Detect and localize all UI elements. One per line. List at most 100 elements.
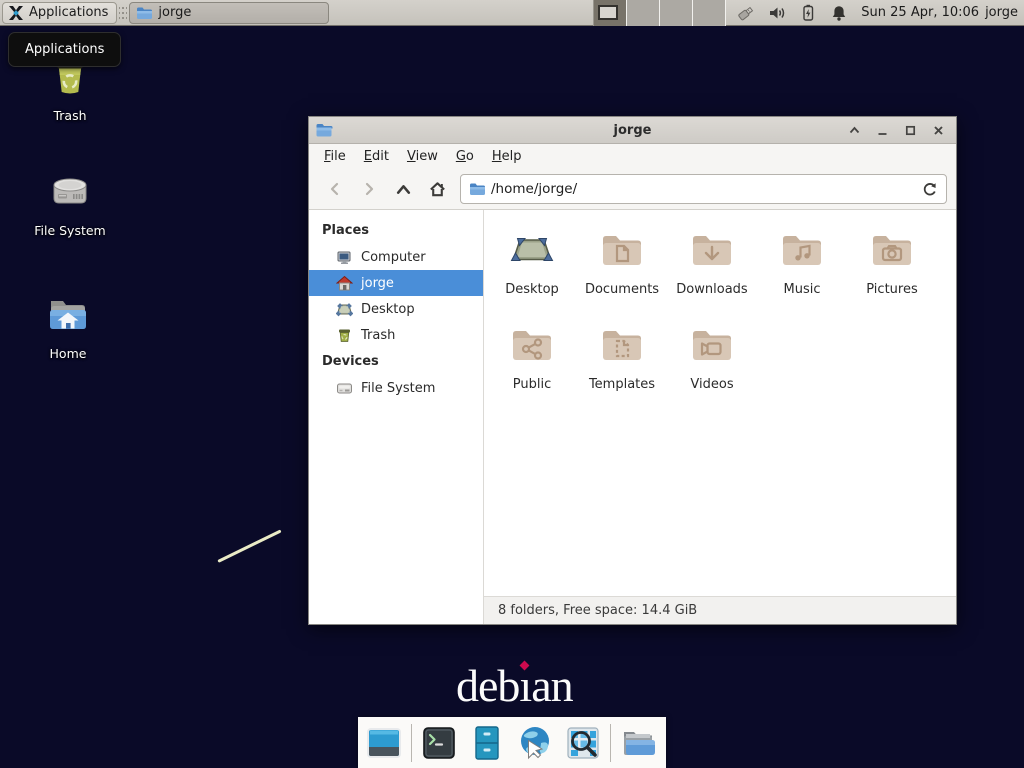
file-label: Desktop — [505, 282, 559, 297]
workspace-4[interactable] — [693, 0, 726, 26]
home-button[interactable] — [420, 174, 454, 204]
public-folder-icon — [508, 322, 556, 370]
window-controls — [848, 124, 956, 137]
menu-help[interactable]: Help — [483, 146, 531, 167]
file-cabinet-icon — [467, 723, 507, 763]
removable-media-icon[interactable] — [736, 3, 756, 23]
menu-view[interactable]: View — [398, 146, 447, 167]
bottom-dock — [358, 717, 666, 768]
notifications-bell-icon[interactable] — [829, 3, 849, 23]
sidebar-item-computer[interactable]: Computer — [309, 244, 483, 270]
desktop-icon-label: Home — [50, 346, 87, 361]
workspace-3[interactable] — [660, 0, 693, 26]
sidebar-item-label: jorge — [361, 276, 394, 291]
toolbar — [309, 169, 956, 210]
volume-icon[interactable] — [767, 3, 787, 23]
home-folder-icon — [44, 291, 92, 339]
pictures-folder-icon — [868, 227, 916, 275]
sidebar-item-jorge[interactable]: jorge — [309, 270, 483, 296]
sidebar-item-trash[interactable]: Trash — [309, 322, 483, 348]
file-item-music[interactable]: Music — [757, 227, 847, 322]
workspace-1[interactable] — [594, 0, 627, 26]
status-text: 8 folders, Free space: 14.4 GiB — [498, 603, 697, 618]
file-list: Desktop Documents — [484, 210, 956, 596]
directory-menu-launcher[interactable] — [617, 722, 659, 764]
file-label: Public — [513, 377, 551, 392]
taskbar-window-label: jorge — [158, 5, 191, 20]
trash-icon — [336, 327, 353, 344]
statusbar: 8 folders, Free space: 14.4 GiB — [484, 596, 956, 624]
file-item-desktop[interactable]: Desktop — [487, 227, 577, 322]
sidebar-item-label: File System — [361, 381, 435, 396]
path-input[interactable] — [491, 181, 915, 197]
videos-folder-icon — [688, 322, 736, 370]
brand-text: an — [531, 660, 572, 711]
file-label: Music — [784, 282, 821, 297]
file-label: Videos — [690, 377, 733, 392]
applications-menu-icon — [7, 4, 25, 22]
workspace-switcher — [593, 0, 726, 26]
battery-charging-icon[interactable] — [798, 3, 818, 23]
web-browser-launcher[interactable] — [514, 722, 556, 764]
file-item-downloads[interactable]: Downloads — [667, 227, 757, 322]
titlebar[interactable]: jorge — [309, 117, 956, 144]
workspace-window-thumb — [598, 5, 618, 20]
location-bar[interactable] — [460, 174, 947, 204]
shade-button[interactable] — [848, 124, 861, 137]
dock-separator — [610, 724, 611, 762]
desktop-icon-file-system[interactable]: File System — [26, 168, 114, 238]
file-item-public[interactable]: Public — [487, 322, 577, 417]
top-panel: Applications jorge — [0, 0, 1024, 26]
sidebar-item-desktop[interactable]: Desktop — [309, 296, 483, 322]
terminal-icon — [419, 723, 459, 763]
desktop[interactable]: { "panel": { "applications_button": "App… — [0, 0, 1024, 768]
maximize-button[interactable] — [904, 124, 917, 137]
menu-go[interactable]: Go — [447, 146, 483, 167]
show-desktop-button[interactable] — [363, 722, 405, 764]
computer-icon — [336, 249, 353, 266]
sidebar-item-label: Computer — [361, 250, 426, 265]
workspace-2[interactable] — [627, 0, 660, 26]
menu-file[interactable]: File — [315, 146, 355, 167]
file-manager-window: jorge File Edit View Go Help — [308, 116, 957, 625]
file-item-documents[interactable]: Documents — [577, 227, 667, 322]
forward-button[interactable] — [352, 174, 386, 204]
sidebar-item-file-system[interactable]: File System — [309, 375, 483, 401]
dock-separator — [411, 724, 412, 762]
desktop-icon-home[interactable]: Home — [24, 291, 112, 361]
file-label: Pictures — [866, 282, 917, 297]
directory-menu-folder-icon — [618, 723, 658, 763]
file-manager-launcher[interactable] — [466, 722, 508, 764]
file-item-pictures[interactable]: Pictures — [847, 227, 937, 322]
brand-text: deb — [456, 660, 519, 711]
window-body: Places Computer jorge — [309, 210, 956, 624]
main-column: Desktop Documents — [484, 210, 956, 624]
applications-tooltip: Applications — [8, 32, 121, 67]
panel-handle[interactable] — [119, 4, 127, 22]
reload-icon[interactable] — [921, 181, 938, 198]
menu-edit[interactable]: Edit — [355, 146, 398, 167]
clock[interactable]: Sun 25 Apr, 10:06 — [861, 5, 979, 20]
home-icon — [336, 275, 353, 292]
music-folder-icon — [778, 227, 826, 275]
terminal-launcher[interactable] — [418, 722, 460, 764]
session-user-label[interactable]: jorge — [985, 5, 1018, 20]
templates-folder-icon — [598, 322, 646, 370]
close-button[interactable] — [932, 124, 945, 137]
sidebar-header-devices: Devices — [309, 348, 483, 375]
web-browser-globe-icon — [515, 723, 555, 763]
up-button[interactable] — [386, 174, 420, 204]
drive-icon — [336, 380, 353, 397]
file-label: Templates — [589, 377, 655, 392]
minimize-button[interactable] — [876, 124, 889, 137]
file-item-videos[interactable]: Videos — [667, 322, 757, 417]
downloads-folder-icon — [688, 227, 736, 275]
sidebar-item-label: Trash — [361, 328, 395, 343]
file-item-templates[interactable]: Templates — [577, 322, 667, 417]
file-label: Documents — [585, 282, 659, 297]
sidebar-item-label: Desktop — [361, 302, 415, 317]
back-button[interactable] — [318, 174, 352, 204]
applications-menu-button[interactable]: Applications — [2, 2, 117, 24]
taskbar-window-button[interactable]: jorge — [129, 2, 329, 24]
app-finder-launcher[interactable] — [562, 722, 604, 764]
